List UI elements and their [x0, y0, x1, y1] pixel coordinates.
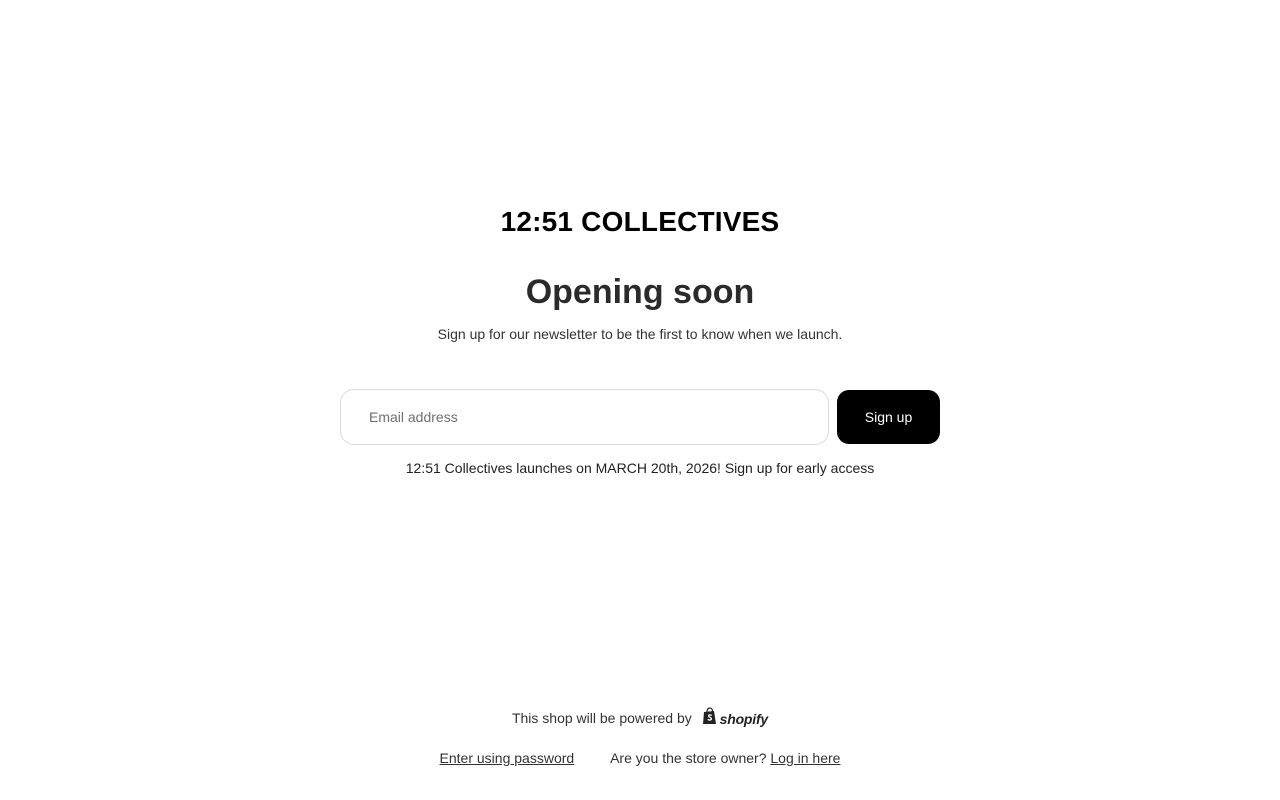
shopify-bag-icon: [702, 707, 718, 732]
owner-login-group: Are you the store owner? Log in here: [610, 750, 840, 766]
page-title: Opening soon: [525, 273, 755, 311]
sign-up-button[interactable]: Sign up: [837, 390, 940, 444]
powered-by-text: This shop will be powered by: [511, 710, 692, 726]
store-name: 12:51 COLLECTIVES: [500, 206, 780, 237]
shopify-logo[interactable]: shopify: [702, 707, 768, 732]
shopify-wordmark: shopify: [719, 711, 769, 728]
footer-links: Enter using password Are you the store o…: [0, 748, 1280, 768]
powered-by-shopify: This shop will be powered by shopify: [0, 706, 1280, 732]
enter-password-link[interactable]: Enter using password: [440, 750, 575, 766]
newsletter-description: Sign up for our newsletter to be the fir…: [437, 326, 843, 342]
password-page: 12:51 COLLECTIVES Opening soon Sign up f…: [0, 0, 1280, 800]
owner-question-text: Are you the store owner?: [610, 750, 767, 766]
email-field[interactable]: [340, 389, 829, 445]
launch-announcement: 12:51 Collectives launches on MARCH 20th…: [405, 460, 875, 476]
newsletter-form: Sign up: [340, 389, 940, 445]
log-in-link[interactable]: Log in here: [770, 750, 840, 766]
